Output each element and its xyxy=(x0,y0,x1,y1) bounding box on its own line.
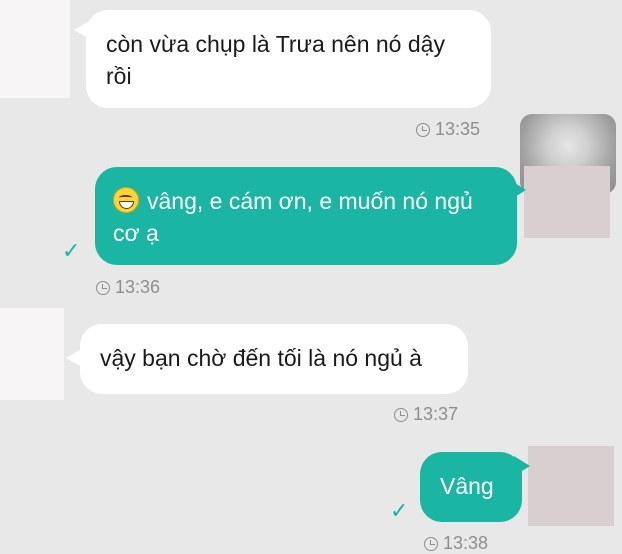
outgoing-message-bubble[interactable]: vâng, e cám ơn, e muốn nó ngủ cơ ạ xyxy=(95,167,517,265)
time-text: 13:38 xyxy=(443,533,489,553)
check-icon: ✓ xyxy=(62,238,81,263)
clock-icon xyxy=(394,407,408,422)
time-text: 13:37 xyxy=(413,404,459,424)
clock-icon xyxy=(96,280,110,295)
message-text: còn vừa chụp là Trưa nên nó dậy rồi xyxy=(106,31,445,89)
incoming-message-bubble[interactable]: còn vừa chụp là Trưa nên nó dậy rồi xyxy=(86,10,491,108)
incoming-message-bubble[interactable]: vậy bạn chờ đến tối là nó ngủ à xyxy=(80,324,468,394)
message-timestamp: 13:36 xyxy=(96,277,160,298)
message-timestamp: 13:38 xyxy=(424,533,488,554)
own-avatar[interactable] xyxy=(524,166,610,238)
bubble-tail xyxy=(66,350,80,366)
time-text: 13:36 xyxy=(115,277,161,297)
outgoing-message-bubble[interactable]: Vâng xyxy=(420,452,522,522)
sender-avatar[interactable] xyxy=(0,308,64,400)
check-icon: ✓ xyxy=(390,498,409,523)
time-text: 13:35 xyxy=(435,119,481,139)
clock-icon xyxy=(424,536,438,551)
own-avatar[interactable] xyxy=(528,446,614,526)
message-text: vậy bạn chờ đến tối là nó ngủ à xyxy=(100,345,422,371)
message-text: vâng, e cám ơn, e muốn nó ngủ cơ ạ xyxy=(113,188,473,246)
grinning-face-icon xyxy=(113,187,139,213)
clock-icon xyxy=(416,122,430,137)
message-text: Vâng xyxy=(440,473,494,499)
message-timestamp: 13:35 xyxy=(416,119,480,140)
message-timestamp: 13:37 xyxy=(394,404,458,425)
sender-avatar[interactable] xyxy=(0,0,70,98)
